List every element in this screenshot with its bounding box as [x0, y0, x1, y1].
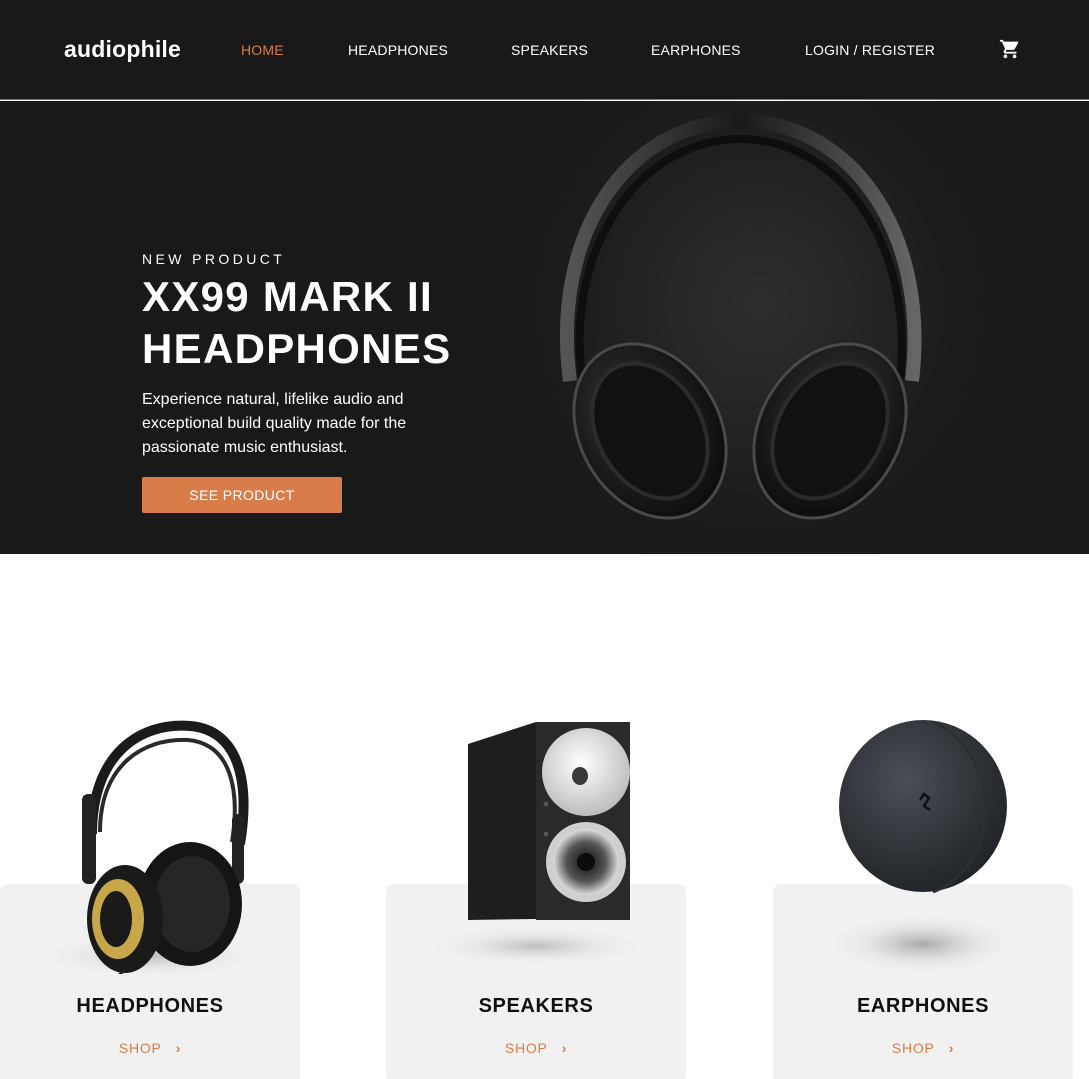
category-title: SPEAKERS	[478, 995, 594, 1017]
nav-login-register[interactable]: LOGIN / REGISTER	[805, 42, 935, 58]
shop-link-speakers[interactable]: SHOP ›	[386, 1040, 686, 1056]
shop-label: SHOP	[118, 1040, 162, 1056]
nav-earphones[interactable]: EARPHONES	[651, 42, 741, 58]
chevron-right-icon: ›	[175, 1040, 182, 1056]
nav-headphones[interactable]: HEADPHONES	[348, 42, 448, 58]
see-product-button[interactable]: SEE PRODUCT	[142, 477, 342, 513]
headphones-image	[40, 720, 260, 974]
hero-headphones-image	[559, 113, 922, 520]
speaker-image	[426, 722, 646, 966]
hero-overline: NEW PRODUCT	[142, 251, 286, 267]
shop-link-earphones[interactable]: SHOP ›	[773, 1040, 1073, 1056]
chevron-right-icon: ›	[561, 1040, 568, 1056]
shop-link-headphones[interactable]: SHOP ›	[0, 1040, 300, 1056]
logo[interactable]: audiophile	[64, 36, 181, 63]
shopping-cart-icon[interactable]	[999, 38, 1021, 60]
category-card-headphones[interactable]: HEADPHONES SHOP ›	[0, 720, 300, 1079]
category-card-earphones[interactable]: EARPHONES SHOP ›	[773, 720, 1073, 1079]
chevron-right-icon: ›	[948, 1040, 955, 1056]
earphones-case-image	[828, 720, 1018, 974]
category-card-speakers[interactable]: SPEAKERS SHOP ›	[386, 722, 686, 1079]
category-title: EARPHONES	[856, 995, 990, 1017]
hero-description: Experience natural, lifelike audio and e…	[142, 391, 407, 456]
hero-section: NEW PRODUCT XX99 MARK II HEADPHONES Expe…	[0, 101, 1089, 554]
nav-speakers[interactable]: SPEAKERS	[511, 42, 588, 58]
site-header: audiophile HOME HEADPHONES SPEAKERS EARP…	[0, 0, 1089, 100]
hero-title: XX99 MARK II HEADPHONES	[142, 273, 452, 372]
category-title: HEADPHONES	[76, 995, 224, 1017]
shop-label: SHOP	[504, 1040, 548, 1056]
nav-home[interactable]: HOME	[241, 42, 284, 58]
shop-label: SHOP	[891, 1040, 935, 1056]
